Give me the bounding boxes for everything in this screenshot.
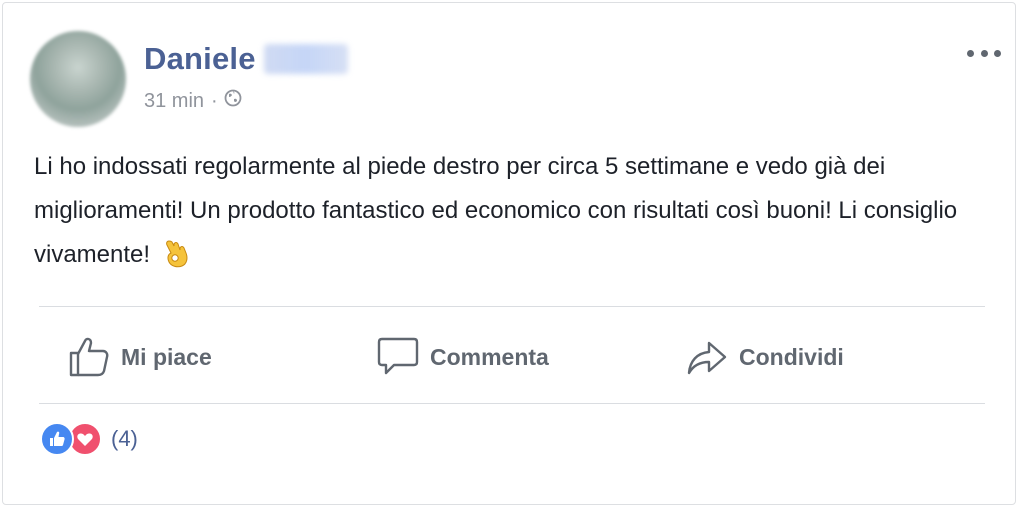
post-timestamp[interactable]: 31 min: [144, 90, 204, 113]
author-row: Daniele: [144, 41, 348, 77]
thumbs-up-icon: [69, 337, 109, 377]
comment-bubble-icon: [377, 337, 419, 375]
post-card: Daniele 31 min · Li ho indossati regolar…: [2, 2, 1016, 505]
divider-top: [39, 306, 985, 307]
share-label: Condividi: [739, 343, 844, 370]
author-name[interactable]: Daniele: [144, 41, 256, 77]
reaction-count[interactable]: (4): [111, 426, 138, 452]
comment-label: Commenta: [430, 343, 549, 370]
comment-button[interactable]: Commenta: [376, 309, 549, 405]
like-reaction-icon: [40, 422, 74, 456]
more-options-icon[interactable]: [967, 43, 1001, 63]
action-bar: Mi piace Commenta Condividi: [39, 309, 985, 405]
post-meta: 31 min ·: [144, 89, 242, 113]
share-button[interactable]: Condividi: [685, 309, 844, 405]
reactions-summary[interactable]: (4): [40, 422, 138, 456]
post-body: Li ho indossati regolarmente al piede de…: [34, 145, 994, 283]
divider-bottom: [39, 403, 985, 404]
globe-icon[interactable]: [224, 89, 242, 113]
like-label: Mi piace: [121, 343, 212, 370]
like-button[interactable]: Mi piace: [67, 309, 212, 405]
ok-hand-emoji: [163, 238, 189, 283]
author-surname-blurred: [263, 44, 348, 74]
avatar[interactable]: [30, 31, 126, 127]
meta-separator: ·: [211, 89, 218, 112]
share-arrow-icon: [687, 341, 727, 375]
